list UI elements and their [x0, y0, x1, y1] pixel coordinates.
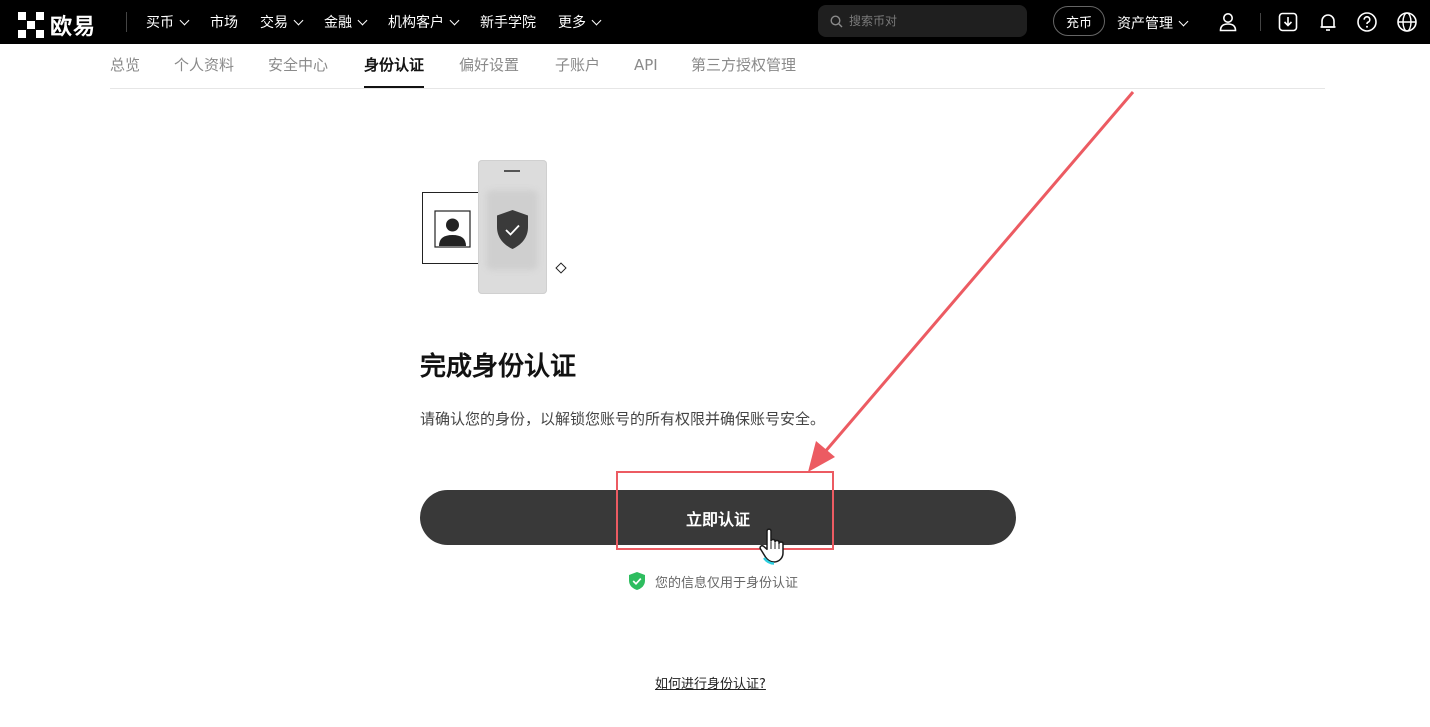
logo-text: 欧易	[50, 15, 97, 40]
deposit-button[interactable]: 充币	[1053, 6, 1105, 36]
nav-institutional[interactable]: 机构客户	[388, 12, 460, 32]
nav-academy[interactable]: 新手学院	[480, 12, 536, 32]
tab-security[interactable]: 安全中心	[268, 44, 328, 88]
nav-more[interactable]: 更多	[558, 12, 602, 32]
page-description: 请确认您的身份，以解锁您账号的所有权限并确保账号安全。	[420, 410, 826, 428]
shield-check-icon	[497, 210, 528, 249]
assets-menu[interactable]: 资产管理	[1117, 13, 1189, 33]
chevron-down-icon	[293, 15, 304, 25]
nav-finance[interactable]: 金融	[324, 12, 368, 32]
shield-check-icon	[629, 572, 645, 590]
tab-subaccounts[interactable]: 子账户	[555, 44, 600, 88]
globe-icon[interactable]	[1396, 11, 1418, 33]
tab-overview[interactable]: 总览	[110, 44, 140, 88]
nav-markets[interactable]: 市场	[210, 12, 238, 32]
nav-buy-crypto[interactable]: 买币	[146, 12, 190, 32]
verification-illustration	[420, 158, 580, 298]
account-tabs: 总览 个人资料 安全中心 身份认证 偏好设置 子账户 API 第三方授权管理	[110, 44, 1325, 89]
nav-trade[interactable]: 交易	[260, 12, 304, 32]
user-icon[interactable]	[1217, 11, 1239, 33]
chevron-down-icon	[449, 15, 460, 25]
diamond-sparkle	[555, 262, 567, 274]
hand-cursor-icon	[759, 528, 784, 565]
tab-preferences[interactable]: 偏好设置	[459, 44, 519, 88]
tab-verification[interactable]: 身份认证	[364, 44, 425, 88]
search-box[interactable]	[818, 5, 1027, 37]
divider	[1260, 13, 1261, 31]
okx-logo[interactable]: 欧易	[18, 9, 96, 41]
search-icon	[830, 14, 843, 27]
tab-profile[interactable]: 个人资料	[174, 44, 234, 88]
tab-third-party[interactable]: 第三方授权管理	[691, 44, 796, 88]
main-nav: 买币 市场 交易 金融 机构客户 新手学院 更多	[146, 0, 622, 44]
tab-api[interactable]: API	[634, 44, 658, 88]
logo-icon	[18, 12, 44, 38]
chevron-down-icon	[1178, 16, 1189, 26]
divider	[126, 12, 127, 32]
download-icon[interactable]	[1277, 11, 1299, 33]
bell-icon[interactable]	[1317, 11, 1339, 33]
privacy-note-text: 您的信息仅用于身份认证	[655, 575, 799, 591]
verification-help-link[interactable]: 如何进行身份认证?	[655, 673, 766, 692]
annotation-arrow	[808, 91, 1135, 472]
phone-illustration	[478, 160, 547, 294]
privacy-note: 您的信息仅用于身份认证	[628, 571, 798, 591]
chevron-down-icon	[357, 15, 368, 25]
top-navigation-bar: 欧易 买币 市场 交易 金融 机构客户 新手学院 更多 充币 资产管理	[0, 0, 1430, 44]
page-title: 完成身份认证	[420, 352, 577, 382]
help-icon[interactable]	[1356, 11, 1378, 33]
chevron-down-icon	[179, 15, 190, 25]
highlight-box	[616, 471, 834, 550]
chevron-down-icon	[591, 15, 602, 25]
search-input[interactable]	[847, 13, 1021, 29]
